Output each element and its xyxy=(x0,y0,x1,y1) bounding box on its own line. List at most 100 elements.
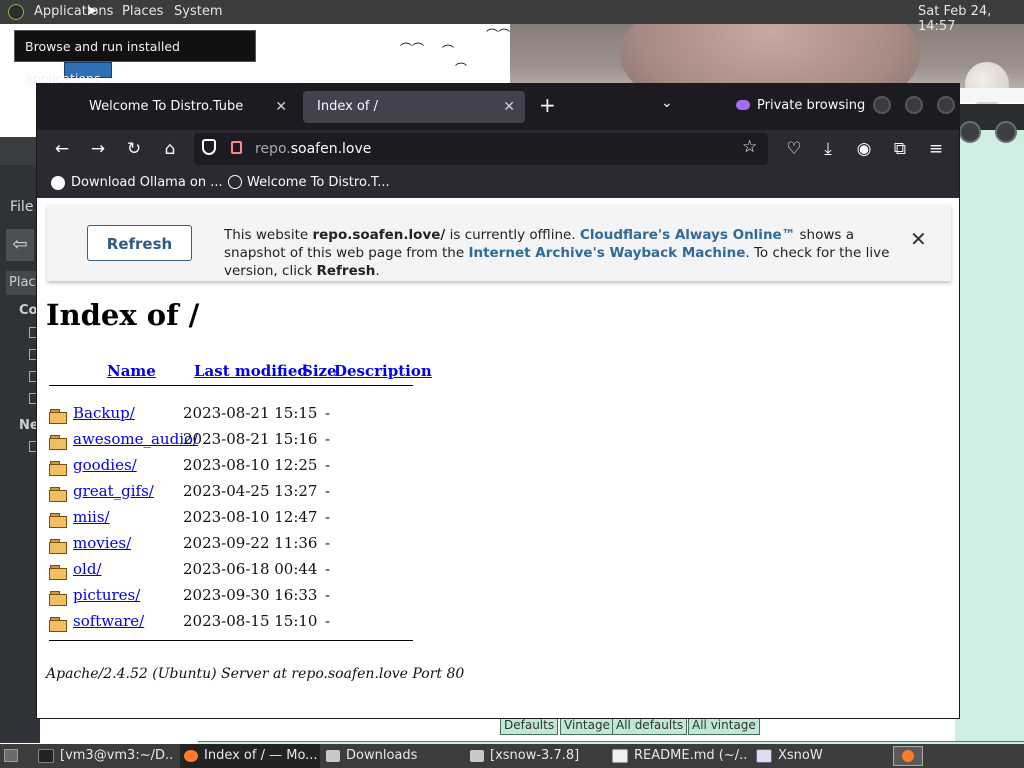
tracking-shield-icon[interactable] xyxy=(202,139,216,155)
forward-icon[interactable]: → xyxy=(85,136,111,162)
close-banner-icon[interactable]: ✕ xyxy=(910,227,927,251)
private-browsing-label: Private browsing xyxy=(757,98,866,113)
page-title: Index of / xyxy=(46,298,200,332)
offline-site: repo.soafen.love/ xyxy=(312,227,446,243)
extensions-icon[interactable]: ⧉ xyxy=(887,136,913,162)
size: - xyxy=(325,612,331,630)
taskbar-item-xsnow[interactable]: XsnoW xyxy=(756,744,886,768)
column-last-modified[interactable]: Last modified xyxy=(194,362,308,380)
account-icon[interactable]: ◉ xyxy=(851,136,877,162)
column-name[interactable]: Name xyxy=(107,362,156,380)
column-description[interactable]: Description xyxy=(334,362,432,380)
folder-icon xyxy=(49,513,68,528)
folder-link[interactable]: awesome_audio/ xyxy=(73,430,198,448)
folder-link[interactable]: goodies/ xyxy=(73,456,137,474)
column-size[interactable]: Size xyxy=(302,362,337,380)
folder-link[interactable]: software/ xyxy=(73,612,144,630)
refresh-button[interactable]: Refresh xyxy=(87,225,192,261)
size: - xyxy=(325,586,331,604)
folder-icon xyxy=(49,487,68,502)
new-tab-button[interactable]: + xyxy=(539,93,556,117)
firefox-window[interactable]: Welcome To Distro.Tube ✕ Index of / ✕ + … xyxy=(36,83,960,719)
workspace-switcher-icon[interactable] xyxy=(893,746,923,766)
banner-text: is currently offline. xyxy=(445,227,580,243)
private-browsing-mask-icon xyxy=(736,100,750,110)
taskbar-item-downloads[interactable]: Downloads xyxy=(326,744,462,768)
always-online-link[interactable]: Cloudflare's Always Online™ xyxy=(580,227,795,243)
clock[interactable]: Sat Feb 24, 14:57 xyxy=(918,4,1024,34)
folder-link[interactable]: movies/ xyxy=(73,534,131,552)
bird-icon: ⌒⌒ xyxy=(400,42,425,56)
window-button-icon[interactable] xyxy=(959,121,981,143)
menu-system[interactable]: System xyxy=(174,4,222,19)
bird-icon: ⌒ xyxy=(455,62,468,76)
bird-icon: ⌒ xyxy=(442,44,455,58)
places-label[interactable]: Places xyxy=(6,271,40,295)
tab-close-icon[interactable]: ✕ xyxy=(503,91,515,123)
tab-title: Welcome To Distro.Tube xyxy=(89,99,244,114)
size: - xyxy=(325,482,331,500)
last-modified: 2023-04-25 13:27 xyxy=(183,482,318,500)
url-bar[interactable]: repo.soafen.love ☆ xyxy=(194,133,768,165)
taskbar-label: [xsnow-3.7.8] xyxy=(490,748,580,763)
window-titlebar[interactable] xyxy=(0,137,40,165)
folder-link[interactable]: miis/ xyxy=(73,508,110,526)
window-button-icon[interactable] xyxy=(995,121,1017,143)
last-modified: 2023-09-22 11:36 xyxy=(183,534,318,552)
taskbar-label: XsnoW xyxy=(778,748,823,763)
folder-link[interactable]: pictures/ xyxy=(73,586,140,604)
tab-close-icon[interactable]: ✕ xyxy=(275,91,287,123)
taskbar-item-terminal[interactable]: [vm3@vm3:~/D... xyxy=(38,744,174,768)
folder-link[interactable]: old/ xyxy=(73,560,101,578)
size: - xyxy=(325,404,331,422)
back-arrow-icon[interactable]: ⇦ xyxy=(6,229,34,261)
insecure-lock-icon[interactable] xyxy=(231,141,242,154)
taskbar-item-readme[interactable]: README.md (~/... xyxy=(612,744,748,768)
mint-menu-icon[interactable] xyxy=(8,4,24,20)
home-icon[interactable]: ⌂ xyxy=(157,136,183,162)
nav-toolbar: ← → ↻ ⌂ repo.soafen.love ☆ ♡ ⤓ ◉ ⧉ ≡ xyxy=(37,130,959,168)
firefox-icon xyxy=(902,750,914,762)
divider xyxy=(49,385,413,386)
file-manager-window[interactable]: File ⇦ Places Co Ne xyxy=(0,137,40,743)
wayback-machine-link[interactable]: Internet Archive's Wayback Machine xyxy=(468,245,745,261)
menu-hamburger-icon[interactable]: ≡ xyxy=(923,136,949,162)
menu-places[interactable]: Places xyxy=(122,4,163,19)
folder-link[interactable]: Backup/ xyxy=(73,404,135,422)
bookmark-distrotube[interactable]: Welcome To Distro.T... xyxy=(247,175,390,190)
url-text[interactable]: repo.soafen.love xyxy=(255,141,371,157)
size: - xyxy=(325,456,331,474)
minimize-button[interactable] xyxy=(873,96,891,114)
back-icon[interactable]: ← xyxy=(49,136,75,162)
tooltip: Browse and run installed applications xyxy=(14,30,256,86)
url-domain: soafen.love xyxy=(290,141,372,157)
xsnow-window[interactable] xyxy=(955,104,1024,744)
taskbar-item-firefox[interactable]: Index of / — Mo... xyxy=(180,744,320,768)
close-window-button[interactable] xyxy=(937,96,955,114)
downloads-icon[interactable]: ⤓ xyxy=(815,136,841,162)
bookmark-star-icon[interactable]: ☆ xyxy=(742,137,757,157)
maximize-button[interactable] xyxy=(905,96,923,114)
last-modified: 2023-08-21 15:15 xyxy=(183,404,318,422)
menu-file[interactable]: File xyxy=(10,199,33,215)
last-modified: 2023-09-30 16:33 xyxy=(183,586,318,604)
folder-link[interactable]: great_gifs/ xyxy=(73,482,154,500)
reload-icon[interactable]: ↻ xyxy=(121,136,147,162)
folder-icon xyxy=(49,565,68,580)
ollama-favicon-icon xyxy=(51,176,65,190)
banner-message: This website repo.soafen.love/ is curren… xyxy=(224,226,904,280)
folder-icon xyxy=(49,461,68,476)
bird-icon: ⌒⌒ xyxy=(486,28,511,42)
bookmark-ollama[interactable]: Download Ollama on ... xyxy=(71,175,223,190)
tab-bar: Welcome To Distro.Tube ✕ Index of / ✕ + … xyxy=(37,84,959,130)
pocket-icon[interactable]: ♡ xyxy=(781,136,807,162)
refresh-emphasis: Refresh xyxy=(316,263,376,279)
taskbar-label: Downloads xyxy=(346,748,418,763)
menu-applications[interactable]: Applications xyxy=(34,4,113,19)
tab-welcome-distrotube[interactable]: Welcome To Distro.Tube ✕ xyxy=(75,91,297,123)
taskbar-item-xsnow-folder[interactable]: [xsnow-3.7.8] xyxy=(470,744,606,768)
show-desktop-icon[interactable] xyxy=(4,749,18,762)
tab-index-of[interactable]: Index of / ✕ xyxy=(303,91,525,123)
top-panel: Applications Places System Sat Feb 24, 1… xyxy=(0,0,1024,34)
list-tabs-chevron-icon[interactable]: ⌄ xyxy=(661,95,673,111)
